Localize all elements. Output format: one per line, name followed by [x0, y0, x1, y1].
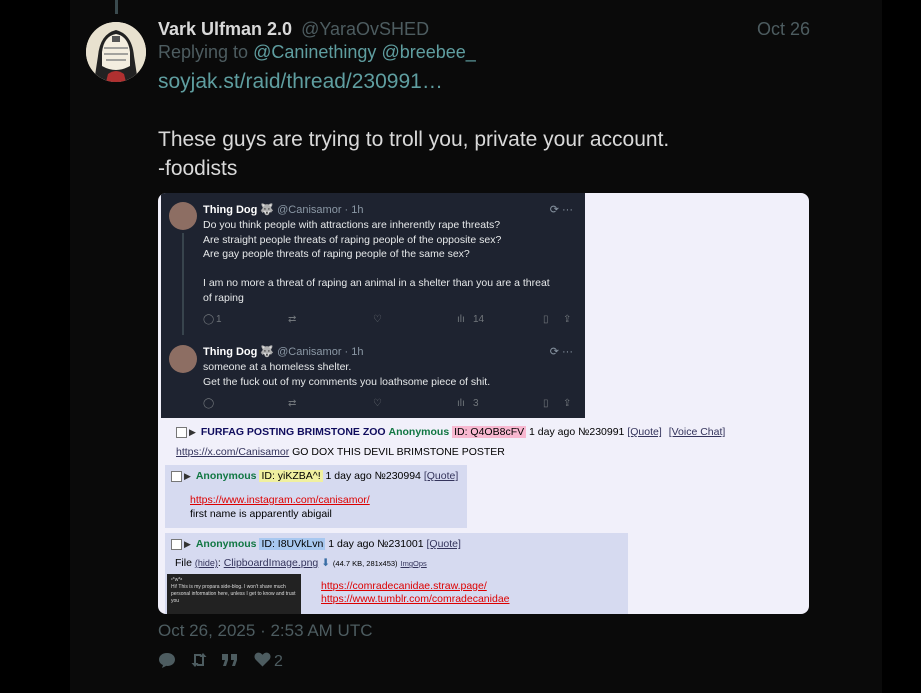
reply-link-1: https://comradecanidae.straw.page/ [321, 580, 487, 592]
reply-name: Anonymous [195, 538, 257, 550]
share-icon: ⇪ [563, 314, 572, 325]
file-meta: (44.7 KB, 281x453) [332, 559, 398, 568]
share-icon: ⇪ [563, 398, 572, 409]
embedded-actions: ◯ 1 ⇄ ♡ ılı 14 ▯ ⇪ [203, 314, 573, 328]
tweet-media-image[interactable]: Thing Dog 🐺 @Canisamor · 1h ⟳ ··· Do you … [158, 193, 809, 614]
embedded-name: Thing Dog 🐺 @Canisamor · 1h [203, 203, 364, 216]
op-id: ID: Q4OB8cFV [452, 426, 527, 438]
more-icon: ⟳ ··· [549, 346, 573, 358]
checkbox [171, 470, 182, 482]
reply-icon: ◯ [203, 314, 215, 325]
tweet: Vark Ulfman 2.0 @YaraOvSHED Oct 26 Reply… [158, 18, 810, 183]
heart-icon[interactable] [254, 652, 271, 673]
mention-caninethingy[interactable]: @Caninethingy [253, 42, 376, 62]
reply-header: ▶ Anonymous ID: yiKZBA^! 1 day ago №2309… [171, 470, 458, 482]
file-name: ClipboardImage.png [223, 557, 319, 569]
embedded-text: someone at a homeless shelter. Get the f… [203, 361, 491, 388]
reply-name: Anonymous [195, 470, 257, 482]
more-icon: ⟳ ··· [549, 204, 573, 216]
triangle-icon: ▶ [184, 539, 191, 549]
chan-op-body: https://x.com/Canisamor GO DOX THIS DEVI… [176, 446, 505, 458]
embedded-thread-line [182, 233, 184, 338]
bookmark-icon: ▯ [543, 314, 549, 325]
reply-number: №230994 [374, 470, 421, 482]
file-label: File [175, 557, 192, 569]
embedded-tweet-1: Thing Dog 🐺 @Canisamor · 1h ⟳ ··· Do you … [161, 193, 585, 338]
tweet-body: These guys are trying to troll you, priv… [158, 128, 670, 180]
tweet-date[interactable]: Oct 26 [757, 18, 810, 40]
replying-to: Replying to @Caninethingy @breebee_ [158, 40, 810, 64]
triangle-icon: ▶ [184, 471, 191, 481]
triangle-icon: ▶ [189, 427, 196, 437]
mention-breebee[interactable]: @breebee_ [381, 42, 475, 62]
op-body-link: https://x.com/Canisamor [176, 446, 290, 458]
embedded-text: Do you think people with attractions are… [203, 219, 550, 304]
quote-icon[interactable] [221, 652, 239, 674]
op-subject: FURFAG POSTING BRIMSTONE ZOO [200, 426, 386, 438]
thumbnail-text: Hi! This is my propara side-blog. I won'… [171, 584, 296, 604]
op-number: №230991 [578, 426, 625, 438]
reply-time: 1 day ago [325, 470, 372, 482]
replying-to-label: Replying to [158, 42, 249, 62]
tweet-link[interactable]: soyjak.st/raid/thread/230991… [158, 68, 810, 96]
thumbnail-title: ᶜ*w*ᵃ [171, 577, 183, 583]
embedded-handle: @Canisamor · 1h [277, 346, 364, 358]
bookmark-icon: ▯ [543, 398, 549, 409]
embedded-avatar [169, 345, 197, 373]
chan-reply-1: ▶ Anonymous ID: yiKZBA^! 1 day ago №2309… [165, 465, 467, 528]
embedded-avatar [169, 202, 197, 230]
reply-text: first name is apparently abigail [190, 508, 332, 520]
views-count: 14 [473, 314, 485, 325]
download-icon: ⬇ [321, 557, 330, 569]
reply-quote: [Quote] [426, 538, 461, 550]
embedded-actions: ◯ ⇄ ♡ ılı 3 ▯ ⇪ [203, 398, 573, 412]
embedded-name: Thing Dog 🐺 @Canisamor · 1h [203, 345, 364, 358]
avatar-image [86, 22, 146, 82]
file-info: File (hide): ClipboardImage.png ⬇ (44.7 … [175, 557, 427, 569]
embedded-display-name: Thing Dog 🐺 [203, 346, 275, 358]
embedded-tweet-2: Thing Dog 🐺 @Canisamor · 1h ⟳ ··· someone… [161, 335, 585, 418]
tweet-timestamp[interactable]: Oct 26, 2025 · 2:53 AM UTC [158, 621, 372, 641]
embedded-display-name: Thing Dog 🐺 [203, 204, 275, 216]
file-hide: (hide) [194, 558, 218, 568]
views-icon: ılı [457, 398, 465, 409]
retweet-icon: ⇄ [288, 314, 297, 325]
op-quote: [Quote] [627, 426, 662, 438]
chan-op-header: ▶ FURFAG POSTING BRIMSTONE ZOO Anonymous… [176, 426, 796, 438]
reply-id: ID: I8UVkLvn [259, 538, 326, 550]
comment-icon[interactable] [158, 652, 176, 674]
avatar[interactable] [86, 22, 146, 82]
op-body-text: GO DOX THIS DEVIL BRIMSTONE POSTER [292, 446, 505, 458]
retweet-icon[interactable] [190, 652, 208, 674]
op-name: Anonymous [388, 426, 450, 438]
tweet-header: Vark Ulfman 2.0 @YaraOvSHED Oct 26 [158, 18, 810, 40]
file-imgops: ImgOps [400, 559, 427, 568]
op-voice-chat: [Voice Chat] [668, 426, 726, 438]
views-icon: ılı [457, 314, 465, 325]
reply-link: https://www.instagram.com/canisamor/ [190, 494, 370, 506]
views-count: 3 [473, 398, 479, 409]
display-name[interactable]: Vark Ulfman 2.0 [158, 19, 292, 39]
like-icon: ♡ [373, 314, 382, 325]
reply-id: ID: yiKZBA^! [259, 470, 323, 482]
user-handle[interactable]: @YaraOvSHED [301, 19, 429, 39]
reply-link-2: https://www.tumblr.com/comradecanidae [321, 593, 510, 605]
reply-time: 1 day ago [328, 538, 375, 550]
reply-number: №231001 [377, 538, 424, 550]
like-count: 2 [274, 653, 283, 670]
reply-count: 1 [216, 314, 222, 325]
thread-connector-line [115, 0, 118, 14]
retweet-icon: ⇄ [288, 398, 297, 409]
reply-quote: [Quote] [423, 470, 459, 482]
checkbox [171, 538, 182, 550]
op-time: 1 day ago [529, 426, 576, 438]
reply-header: ▶ Anonymous ID: I8UVkLvn 1 day ago №2310… [171, 538, 461, 550]
like-icon: ♡ [373, 398, 382, 409]
reply-icon: ◯ [203, 398, 215, 409]
checkbox [176, 426, 187, 438]
file-thumbnail: ᶜ*w*ᵃ Hi! This is my propara side-blog. … [167, 574, 301, 614]
embedded-handle: @Canisamor · 1h [277, 204, 364, 216]
